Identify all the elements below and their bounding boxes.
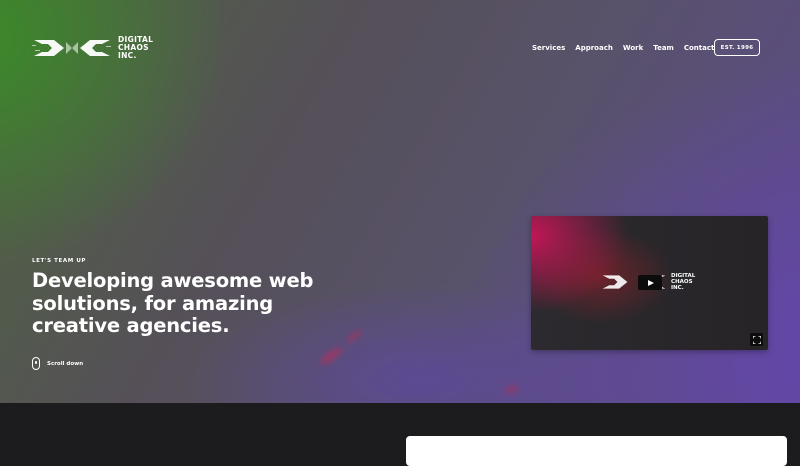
- brand-logo[interactable]: DIGITAL CHAOS INC.: [32, 36, 153, 60]
- mouse-icon: [32, 357, 40, 370]
- video-player[interactable]: DIGITAL CHAOS INC.: [531, 216, 768, 350]
- content-card: [406, 436, 787, 466]
- fullscreen-icon: [752, 335, 761, 344]
- video-logo-line: INC.: [671, 285, 684, 291]
- scroll-down-link[interactable]: Scroll down: [32, 357, 83, 370]
- fullscreen-button[interactable]: [750, 333, 763, 346]
- brand-line: INC.: [118, 51, 137, 60]
- nav-services[interactable]: Services: [532, 44, 565, 52]
- play-icon: [647, 279, 654, 286]
- decorative-streak: [318, 345, 344, 367]
- nav-approach[interactable]: Approach: [575, 44, 613, 52]
- scroll-down-label: Scroll down: [47, 360, 84, 367]
- hero-headline: Developing awesome web solutions, for am…: [32, 269, 314, 338]
- est-badge-button[interactable]: EST. 1996: [714, 39, 760, 56]
- video-logo-text: DIGITAL CHAOS INC.: [671, 273, 695, 291]
- play-button[interactable]: [638, 275, 662, 290]
- nav-work[interactable]: Work: [623, 44, 643, 52]
- decorative-streak: [503, 382, 521, 397]
- hero-eyebrow: LET'S TEAM UP: [32, 258, 87, 264]
- headline-line: solutions, for amazing: [32, 291, 274, 315]
- logo-mark-icon: [32, 40, 111, 56]
- brand-name: DIGITAL CHAOS INC.: [118, 36, 153, 60]
- headline-line: Developing awesome web: [32, 269, 314, 292]
- nav-team[interactable]: Team: [653, 44, 674, 52]
- decorative-streak: [345, 328, 363, 345]
- headline-line: creative agencies.: [32, 314, 230, 337]
- main-nav: Services Approach Work Team Contact: [532, 44, 724, 52]
- nav-contact[interactable]: Contact: [684, 44, 715, 52]
